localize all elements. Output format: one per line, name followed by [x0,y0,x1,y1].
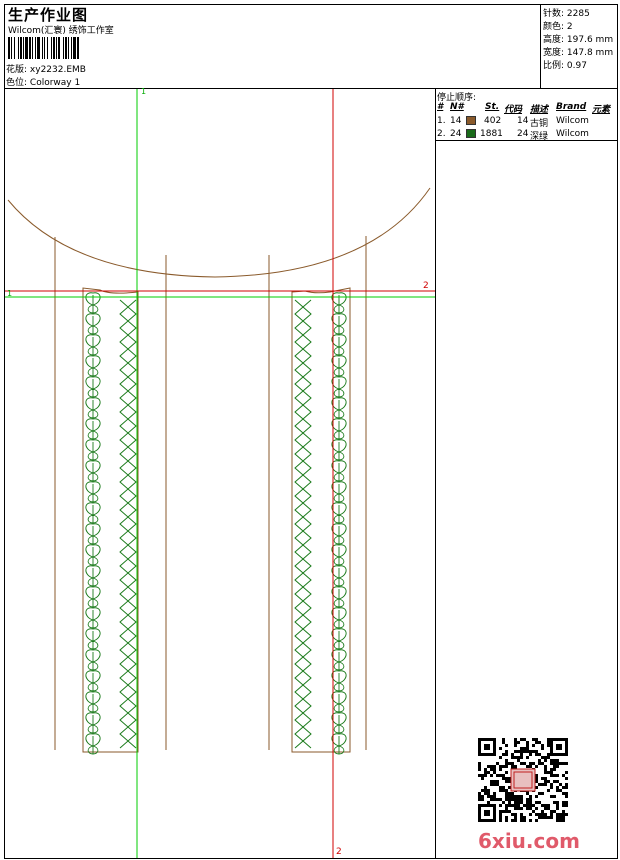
neckline-arc [7,187,431,278]
leaf-motif [85,460,101,482]
guide-label-red-right: 2 [423,281,429,291]
running-lines [54,236,367,750]
zigzag-stitch [294,299,312,749]
leaf-motif [85,628,101,650]
leaf-motif [85,418,101,440]
leaf-motif [85,607,101,629]
guide-label-green-left: 1 [7,289,13,298]
leaf-motif [331,439,347,461]
leaf-motif [331,649,347,671]
leaf-motif [331,523,347,545]
leaf-motif [85,439,101,461]
leaf-motif [331,355,347,377]
leaf-motif [331,670,347,692]
leaf-motif [331,733,347,755]
leaf-motif [85,502,101,524]
leaf-motif [331,313,347,335]
leaf-motif [331,586,347,608]
guide-label-green-top: 1 [141,87,147,96]
leaf-motif [331,334,347,356]
leaf-motif [85,334,101,356]
leaf-motif [85,670,101,692]
leaf-motif [331,544,347,566]
leaf-motif [331,481,347,503]
leaf-motif [331,397,347,419]
leaf-motif [85,313,101,335]
leaf-motif [85,712,101,734]
leaf-motif [331,565,347,587]
zigzag-stitch [119,299,137,749]
leaf-motif [331,628,347,650]
leaf-motif [85,649,101,671]
leaf-motif [85,565,101,587]
leaf-motif [331,292,347,314]
leaf-motif [331,607,347,629]
guide-label-red-bottom: 2 [336,847,342,857]
leaf-motif [85,691,101,713]
leaf-motif [331,418,347,440]
leaf-motif [85,733,101,755]
zigzag-stitch [294,299,312,749]
leaf-motif [331,712,347,734]
leaf-motif [85,397,101,419]
leaf-motif [85,355,101,377]
embroidery-design [5,89,435,858]
leaf-motif [85,523,101,545]
leaf-motif [331,691,347,713]
zigzag-stitch [119,299,137,749]
leaf-motif [85,544,101,566]
strip-outlines [82,287,351,753]
leaf-motif [331,502,347,524]
leaf-motif [331,460,347,482]
leaf-motif [331,376,347,398]
leaf-motif [85,481,101,503]
leaf-motif [85,586,101,608]
leaf-motif [85,292,101,314]
leaf-motif [85,376,101,398]
watermark: 6xiu.com [478,829,580,853]
qr-code [478,738,568,822]
